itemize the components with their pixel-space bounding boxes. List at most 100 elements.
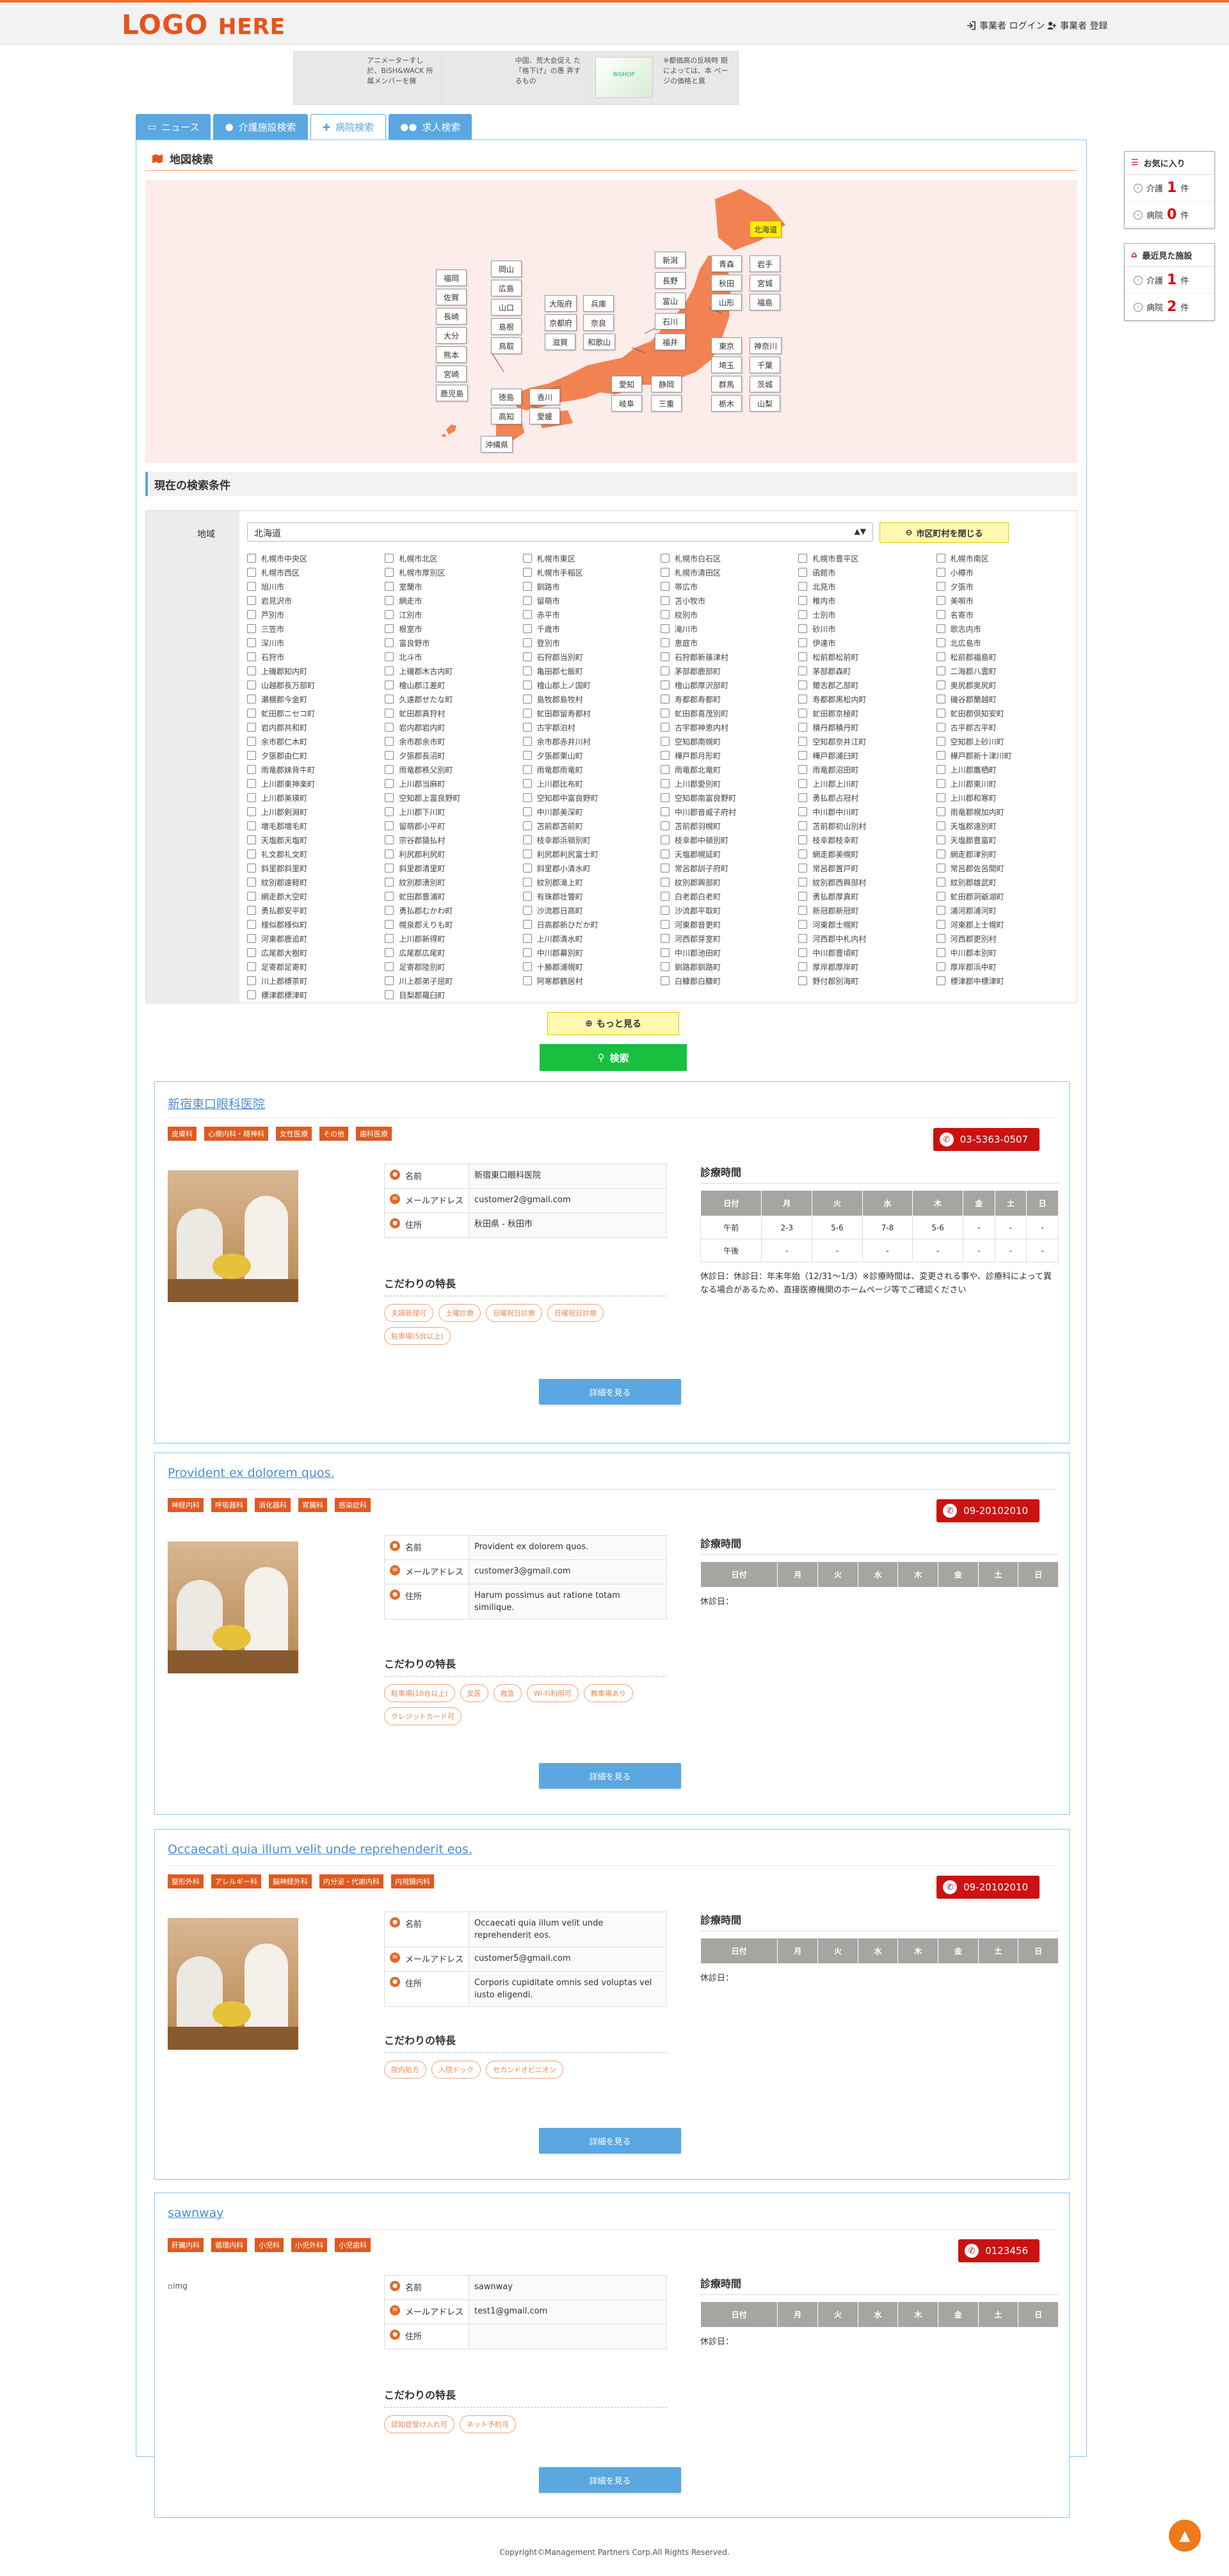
detail-button[interactable]: 詳細を見る	[539, 2467, 681, 2493]
checkbox[interactable]	[936, 695, 945, 704]
city-checkbox-item[interactable]: 虻田郡留寿都村	[522, 707, 654, 720]
city-checkbox-item[interactable]: 上川郡剣淵町	[247, 805, 378, 818]
pref-chiba[interactable]: 千葉	[750, 357, 780, 373]
city-checkbox-item[interactable]: 虻田郡京極町	[798, 707, 929, 720]
city-checkbox-item[interactable]: 河西郡芽室町	[660, 932, 792, 945]
checkbox[interactable]	[385, 934, 394, 943]
checkbox[interactable]	[247, 849, 256, 858]
pref-tottori[interactable]: 鳥取	[491, 337, 522, 354]
city-checkbox-item[interactable]: 紋別郡湧別町	[385, 876, 516, 889]
city-checkbox-item[interactable]: 美唄市	[936, 594, 1068, 607]
map-okinawa[interactable]	[441, 424, 456, 437]
city-checkbox-item[interactable]: 松前郡福島町	[936, 650, 1068, 663]
city-checkbox-item[interactable]: 夕張郡長沼町	[385, 749, 516, 762]
city-checkbox-item[interactable]: 伊達市	[798, 636, 929, 649]
pref-iwate[interactable]: 岩手	[750, 255, 780, 272]
city-checkbox-item[interactable]: 雨竜郡北竜町	[660, 763, 792, 776]
city-checkbox-item[interactable]: 山越郡長万部町	[247, 679, 378, 691]
city-checkbox-item[interactable]: 有珠郡壮瞥町	[522, 890, 654, 903]
checkbox[interactable]	[798, 666, 808, 675]
checkbox[interactable]	[936, 906, 945, 915]
city-checkbox-item[interactable]: 旭川市	[247, 580, 378, 593]
checkbox[interactable]	[798, 864, 808, 873]
pref-wakayama[interactable]: 和歌山	[583, 334, 616, 350]
city-checkbox-item[interactable]: 斜里郡斜里町	[247, 862, 378, 874]
phone-button[interactable]: ✆ 0123456	[958, 2239, 1040, 2262]
city-checkbox-item[interactable]: 雨竜郡雨竜町	[522, 763, 654, 776]
city-checkbox-item[interactable]: 日高郡新ひだか町	[522, 918, 654, 931]
city-checkbox-item[interactable]: 樺戸郡月形町	[660, 749, 792, 762]
pref-ibaraki[interactable]: 茨城	[750, 376, 780, 392]
checkbox[interactable]	[660, 610, 670, 619]
city-checkbox-item[interactable]: 足寄郡陸別町	[385, 960, 516, 973]
checkbox[interactable]	[247, 638, 256, 647]
city-checkbox-item[interactable]: 空知郡南富良野町	[660, 791, 792, 804]
pref-kochi[interactable]: 高知	[491, 408, 522, 424]
checkbox[interactable]	[936, 849, 945, 858]
checkbox[interactable]	[660, 835, 670, 844]
clinic-name-link[interactable]: Provident ex dolorem quos.	[168, 1466, 334, 1480]
checkbox[interactable]	[247, 835, 256, 844]
checkbox[interactable]	[660, 906, 670, 915]
city-checkbox-item[interactable]: 中川郡池田町	[660, 946, 792, 959]
checkbox[interactable]	[660, 652, 670, 661]
checkbox[interactable]	[385, 666, 394, 675]
business-register-link[interactable]: 事業者 登録	[1047, 19, 1107, 32]
city-checkbox-item[interactable]: 目梨郡羅臼町	[385, 988, 516, 1001]
city-checkbox-item[interactable]: 野付郡別海町	[798, 974, 929, 987]
city-checkbox-item[interactable]: 上磯郡知内町	[247, 664, 378, 677]
checkbox[interactable]	[936, 892, 945, 901]
city-checkbox-item[interactable]: 余市郡赤井川村	[522, 735, 654, 748]
city-checkbox-item[interactable]: 江別市	[385, 608, 516, 621]
checkbox[interactable]	[660, 920, 670, 929]
checkbox[interactable]	[247, 751, 256, 760]
checkbox[interactable]	[660, 709, 670, 718]
ad-item[interactable]: BISHOP ※都価高の反映時 期によっては、本 ページの価格と異	[590, 52, 738, 104]
city-checkbox-item[interactable]: 雨竜郡沼田町	[798, 763, 929, 776]
more-button[interactable]: ⊕ もっと見る	[547, 1012, 679, 1035]
city-checkbox-item[interactable]: 松前郡松前町	[798, 650, 929, 663]
checkbox[interactable]	[522, 849, 532, 858]
city-checkbox-item[interactable]: 上川郡和寒町	[936, 791, 1068, 804]
checkbox[interactable]	[247, 990, 256, 999]
city-checkbox-item[interactable]: 夕張郡由仁町	[247, 749, 378, 762]
checkbox[interactable]	[385, 821, 394, 830]
city-checkbox-item[interactable]: 空知郡上富良野町	[385, 791, 516, 804]
checkbox[interactable]	[522, 807, 532, 816]
pref-okayama[interactable]: 岡山	[491, 261, 522, 277]
city-checkbox-item[interactable]: 天塩郡豊富町	[936, 833, 1068, 846]
pref-yamanashi[interactable]: 山梨	[750, 395, 780, 412]
checkbox[interactable]	[660, 864, 670, 873]
city-checkbox-item[interactable]: 寿都郡寿都町	[660, 693, 792, 705]
city-checkbox-item[interactable]: 砂川市	[798, 622, 929, 635]
checkbox[interactable]	[936, 680, 945, 689]
tab-news[interactable]: ▭ ニュース	[136, 114, 211, 140]
tab-job-search[interactable]: ●● 求人検索	[389, 114, 472, 140]
city-checkbox-item[interactable]: 余市郡仁木町	[247, 735, 378, 748]
city-checkbox-item[interactable]: 樺戸郡新十津川町	[936, 749, 1068, 762]
checkbox[interactable]	[522, 737, 532, 746]
city-checkbox-item[interactable]: 紋別郡遠軽町	[247, 876, 378, 889]
pref-kagawa[interactable]: 香川	[529, 389, 560, 405]
tab-hospital-search[interactable]: ✚ 病院検索	[310, 114, 387, 140]
checkbox[interactable]	[660, 723, 670, 732]
city-checkbox-item[interactable]: 二海郡八雲町	[936, 664, 1068, 677]
city-checkbox-item[interactable]: 深川市	[247, 636, 378, 649]
back-to-top-button[interactable]: ▲	[1169, 2520, 1201, 2552]
checkbox[interactable]	[247, 779, 256, 788]
checkbox[interactable]	[385, 765, 394, 774]
checkbox[interactable]	[660, 962, 670, 971]
city-checkbox-item[interactable]: 天塩郡幌延町	[660, 848, 792, 860]
checkbox[interactable]	[660, 849, 670, 858]
checkbox[interactable]	[247, 864, 256, 873]
checkbox[interactable]	[798, 723, 808, 732]
checkbox[interactable]	[522, 582, 532, 591]
checkbox[interactable]	[936, 779, 945, 788]
checkbox[interactable]	[798, 892, 808, 901]
favorites-hospital-link[interactable]: › 病院 0 件	[1125, 202, 1214, 228]
checkbox[interactable]	[522, 962, 532, 971]
clinic-name-link[interactable]: 新宿東口眼科医院	[168, 1095, 265, 1112]
checkbox[interactable]	[660, 568, 670, 577]
checkbox[interactable]	[936, 596, 945, 605]
city-checkbox-item[interactable]: 中川郡美深町	[522, 805, 654, 818]
